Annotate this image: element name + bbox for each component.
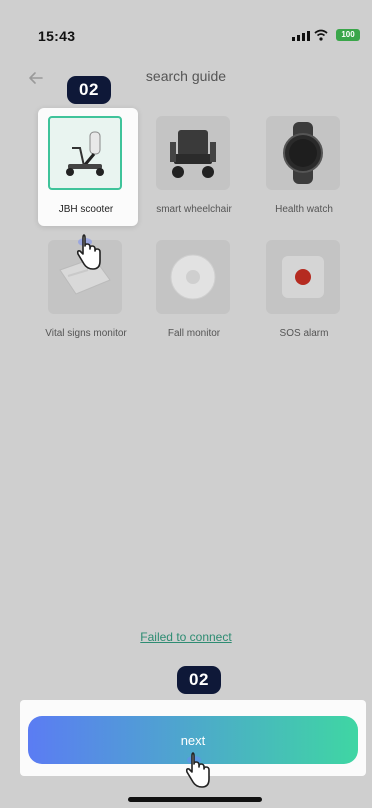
device-card-smart-wheelchair[interactable]: smart wheelchair <box>134 108 254 226</box>
sos-alarm-icon <box>282 256 324 298</box>
header: search guide <box>0 60 372 96</box>
device-label: Health watch <box>275 204 333 215</box>
device-label: Vital signs monitor <box>45 328 127 339</box>
status-bar: 15:43 100 <box>0 0 372 60</box>
device-thumbnail <box>266 116 340 190</box>
device-label: SOS alarm <box>279 328 329 339</box>
device-label: JBH scooter <box>58 204 114 215</box>
wifi-icon <box>314 29 328 41</box>
hand-pointer-icon <box>76 234 101 270</box>
device-label: smart wheelchair <box>156 204 232 215</box>
device-card-fall-monitor[interactable]: Fall monitor <box>134 232 254 350</box>
watch-icon <box>283 122 323 184</box>
device-thumbnail <box>156 240 230 314</box>
scooter-icon <box>66 131 104 176</box>
page-title: search guide <box>145 68 227 84</box>
hand-pointer-icon <box>185 752 210 788</box>
failed-to-connect-link[interactable]: Failed to connect <box>0 630 372 644</box>
device-label: Fall monitor <box>167 328 221 339</box>
device-card-health-watch[interactable]: Health watch <box>244 108 364 226</box>
device-card-jbh-scooter[interactable]: JBH scooter <box>38 108 138 226</box>
step-badge: 02 <box>177 666 221 694</box>
wheelchair-icon <box>170 130 216 178</box>
signal-icon <box>292 31 310 41</box>
device-card-sos-alarm[interactable]: SOS alarm <box>244 232 364 350</box>
battery-icon: 100 <box>336 29 360 41</box>
device-thumbnail <box>266 240 340 314</box>
fall-monitor-icon <box>170 254 216 300</box>
device-thumbnail <box>156 116 230 190</box>
step-badge: 02 <box>67 76 111 104</box>
status-time: 15:43 <box>38 28 76 44</box>
home-indicator <box>128 797 262 802</box>
device-thumbnail <box>48 116 122 190</box>
app-screen: 15:43 100 search guide JBH scooter smart… <box>0 0 372 808</box>
